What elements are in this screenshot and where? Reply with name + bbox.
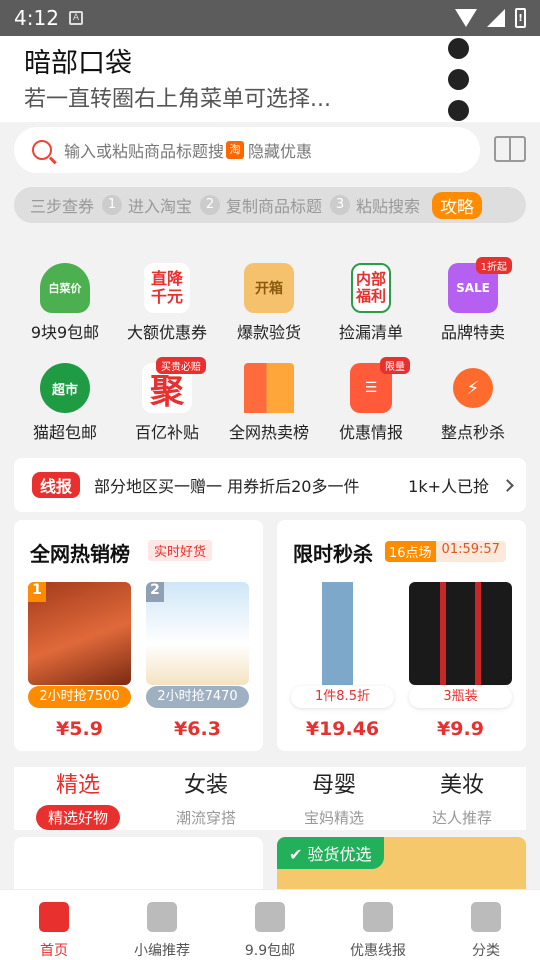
- grid-item-supermarket[interactable]: 超市 猫超包邮: [14, 355, 116, 455]
- grid-item-nine-nine[interactable]: 白菜价 9块9包邮: [14, 255, 116, 355]
- open-box-icon: 开箱: [244, 263, 294, 313]
- sales-pill: 2小时抢7470: [146, 686, 249, 708]
- notification-icon: A: [68, 11, 83, 25]
- product-image[interactable]: [291, 582, 394, 685]
- grid-item-hot-check[interactable]: 开箱 爆款验货: [218, 255, 320, 355]
- product-price: ¥19.46: [305, 718, 380, 740]
- tag-badge: 买贵必赔: [156, 357, 206, 374]
- search-bar[interactable]: 输入或粘贴商品标题搜 淘 隐藏优惠: [14, 127, 480, 173]
- grid-item-subsidy[interactable]: 买贵必赔 聚 百亿补贴: [116, 355, 218, 455]
- product-image[interactable]: 2: [146, 582, 249, 685]
- flash-sale-title: 限时秒杀: [293, 542, 373, 566]
- grid-item-hot-ranking[interactable]: 全网热卖榜: [218, 355, 320, 455]
- wifi-icon: [455, 9, 477, 27]
- notice-banner: 暗部口袋 若一直转圈右上角菜单可选择...: [0, 36, 540, 122]
- chevron-right-icon: [501, 478, 514, 492]
- steps-bar: 三步查券 1 进入淘宝 2 复制商品标题 3 粘贴搜索 攻略: [14, 187, 526, 223]
- bottom-nav: 首页 小编推荐 9.9包邮 优惠线报 分类: [0, 889, 540, 960]
- nav-nine-nine[interactable]: 9.9包邮: [216, 890, 324, 960]
- news-ticker[interactable]: 线报 部分地区买一赠一 用券折后20多一件 1k+人已抢: [14, 458, 526, 512]
- rank-badge: 2: [146, 582, 164, 602]
- search-icon: [32, 140, 52, 160]
- more-menu-icon[interactable]: [448, 36, 470, 131]
- battery-icon: !: [515, 8, 526, 28]
- internal-welfare-icon: 内部福利: [351, 263, 391, 313]
- grid-item-deal-info[interactable]: 限量 ☰ 优惠情报: [320, 355, 422, 455]
- hot-sales-title: 全网热销榜: [30, 542, 130, 566]
- ticker-text: 部分地区买一赠一 用券折后20多一件: [94, 477, 360, 496]
- steps-label: 三步查券: [30, 197, 95, 216]
- status-bar: 4:12 A !: [0, 0, 540, 36]
- product-image[interactable]: 1: [28, 582, 131, 685]
- tab-beauty[interactable]: 美妆 达人推荐: [398, 767, 526, 830]
- tag-badge: 限量: [380, 357, 410, 374]
- alarm-clock-icon: ⚡: [453, 368, 493, 408]
- countdown-badge: 16点场 01:59:57: [385, 541, 506, 562]
- book-icon[interactable]: [494, 136, 526, 162]
- star-badge-icon: [147, 902, 177, 932]
- discount-pill: 3瓶装: [409, 686, 512, 708]
- hot-sales-card[interactable]: 全网热销榜 实时好货 1 2 2小时抢7500 2小时抢7470 ¥5.9 ¥6…: [14, 520, 263, 751]
- hidden-coupon-label: 隐藏优惠: [248, 142, 313, 161]
- notice-title: 暗部口袋: [24, 48, 132, 79]
- feed-card[interactable]: ✔ 验货优选: [277, 837, 526, 897]
- verified-badge: ✔ 验货优选: [277, 837, 384, 869]
- home-icon: [39, 902, 69, 932]
- realtime-badge: 实时好货: [148, 540, 213, 561]
- taobao-icon: 淘: [226, 141, 245, 159]
- discount-pill: 1件8.5折: [291, 686, 394, 708]
- notice-subtitle: 若一直转圈右上角菜单可选择...: [24, 87, 331, 112]
- product-price: ¥9.9: [437, 718, 484, 740]
- product-price: ¥5.9: [56, 718, 103, 740]
- price-drop-icon: 直降千元: [144, 263, 190, 313]
- tab-featured[interactable]: 精选 精选好物: [14, 767, 142, 830]
- ranking-bars-icon: [244, 363, 294, 413]
- countdown-timer: 01:59:57: [435, 541, 506, 562]
- nav-editor-picks[interactable]: 小编推荐: [108, 890, 216, 960]
- signal-icon: [487, 9, 505, 27]
- grid-item-brand-sale[interactable]: 1折起 SALE 品牌特卖: [422, 255, 524, 355]
- session-label: 16点场: [385, 541, 436, 562]
- rank-badge: 1: [28, 582, 46, 602]
- cabbage-icon: 白菜价: [40, 263, 90, 313]
- step-item: 1 进入淘宝: [102, 193, 192, 217]
- supermarket-icon: 超市: [40, 363, 90, 413]
- document-icon: [363, 902, 393, 932]
- search-placeholder: 输入或粘贴商品标题搜: [64, 142, 225, 161]
- tag-badge: 1折起: [475, 257, 512, 274]
- ticker-badge: 线报: [32, 472, 81, 498]
- grid-item-flash-sale[interactable]: ⚡ 整点秒杀: [422, 355, 524, 455]
- guide-button[interactable]: 攻略: [432, 191, 483, 219]
- tab-baby[interactable]: 母婴 宝妈精选: [270, 767, 398, 830]
- nav-deal-news[interactable]: 优惠线报: [324, 890, 432, 960]
- grid-icon: [471, 902, 501, 932]
- product-price: ¥6.3: [174, 718, 221, 740]
- grid-item-big-coupon[interactable]: 直降千元 大额优惠券: [116, 255, 218, 355]
- feed-tabs: 精选 精选好物 女装 潮流穿搭 母婴 宝妈精选 美妆 达人推荐: [14, 767, 526, 830]
- nav-categories[interactable]: 分类: [432, 890, 540, 960]
- ticker-count: 1k+人已抢: [408, 477, 489, 496]
- flash-sale-card[interactable]: 限时秒杀 16点场 01:59:57 1件8.5折 3瓶装 ¥19.46 ¥9.…: [277, 520, 526, 751]
- product-image[interactable]: [409, 582, 512, 685]
- grid-item-deal-list[interactable]: 内部福利 捡漏清单: [320, 255, 422, 355]
- step-item: 3 粘贴搜索: [330, 193, 420, 217]
- category-grid: 白菜价 9块9包邮 直降千元 大额优惠券 开箱 爆款验货 内部福利 捡漏清单 1…: [14, 255, 526, 455]
- feed-card[interactable]: [14, 837, 263, 897]
- nav-home[interactable]: 首页: [0, 890, 108, 960]
- nine-nine-icon: [255, 902, 285, 932]
- status-time: 4:12: [14, 6, 59, 30]
- sales-pill: 2小时抢7500: [28, 686, 131, 708]
- tab-womens[interactable]: 女装 潮流穿搭: [142, 767, 270, 830]
- step-item: 2 复制商品标题: [200, 193, 322, 217]
